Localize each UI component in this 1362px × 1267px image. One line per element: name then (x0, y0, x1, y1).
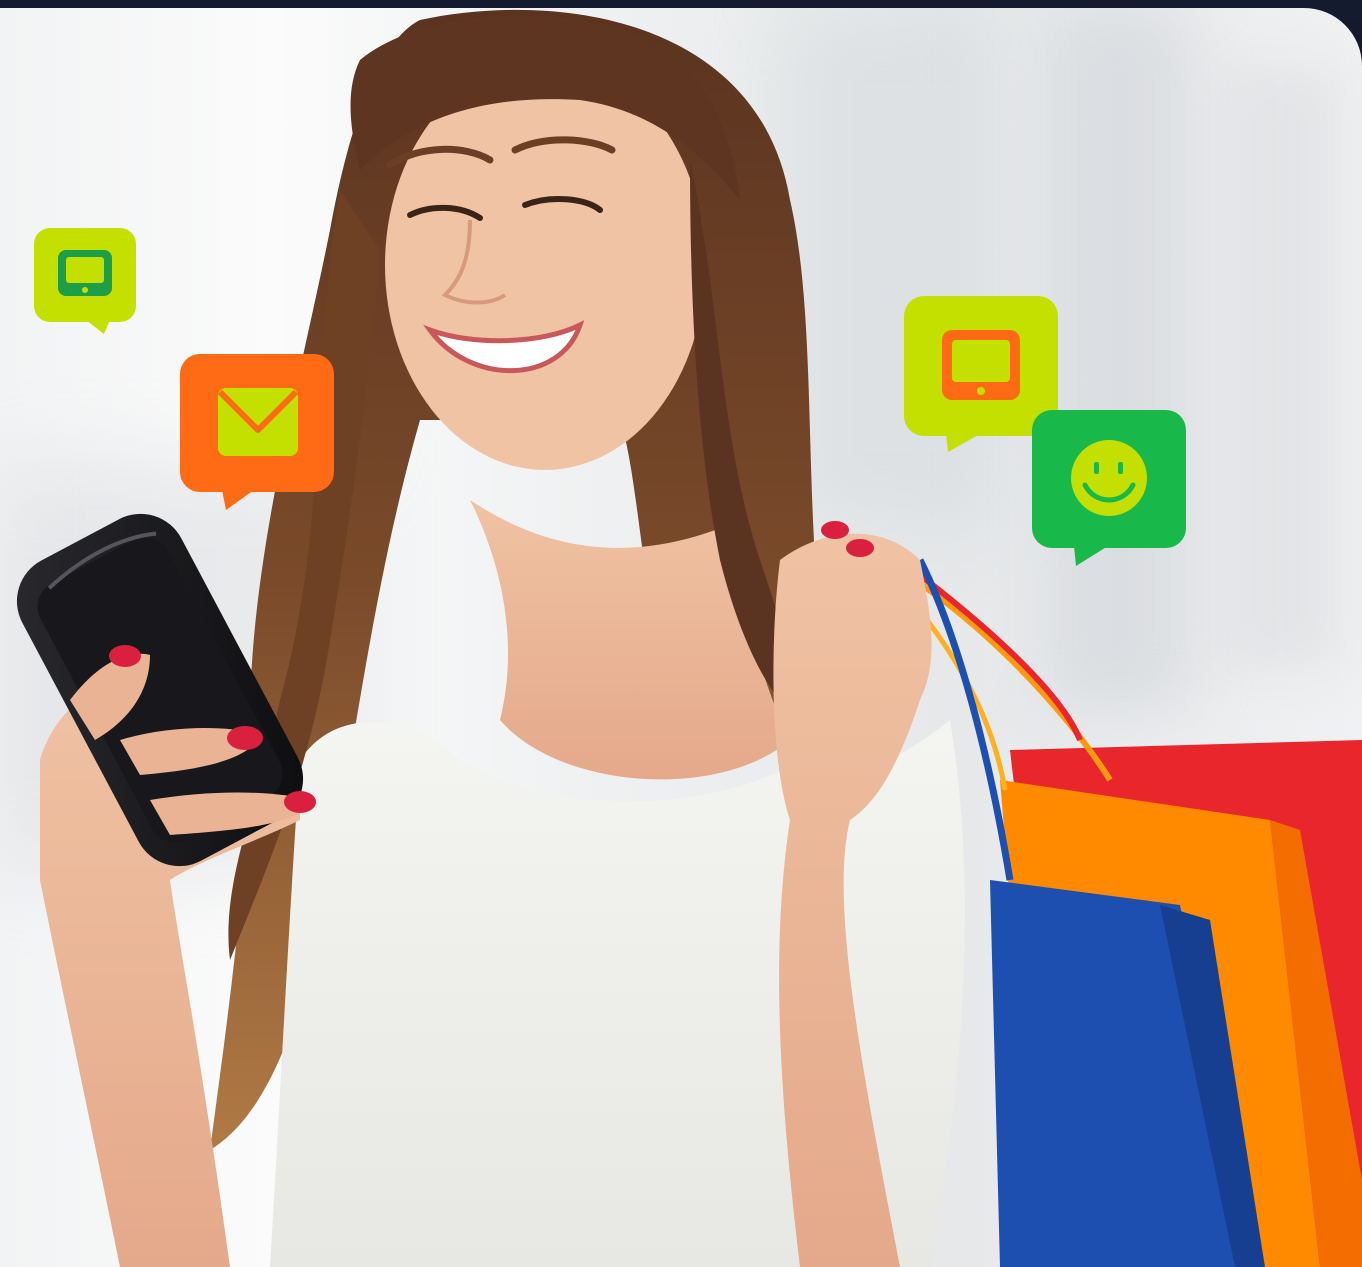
red-nail (227, 726, 263, 750)
mail-icon-bubble (180, 354, 334, 510)
red-nail (284, 791, 316, 813)
smiley-icon (1071, 440, 1147, 516)
smiley-icon-bubble (1032, 410, 1186, 566)
tablet-icon-bubble-small (34, 228, 136, 334)
red-nail (821, 521, 849, 539)
hero-illustration (16, 9, 1362, 1267)
red-nail (109, 645, 141, 667)
red-nail (846, 539, 874, 557)
page (0, 0, 1362, 1267)
